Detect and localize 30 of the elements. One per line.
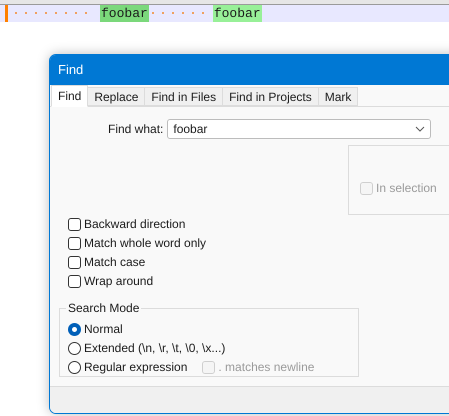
checkbox-label: Match case [84,254,146,271]
field-label: Find what: [108,121,164,138]
window-title: Find [58,61,84,80]
radio-button[interactable] [68,322,81,336]
tab[interactable]: Mark [318,87,358,106]
tab[interactable]: Replace [88,87,146,106]
checkbox-label: Backward direction [84,216,186,233]
tab[interactable]: Find [51,85,88,107]
chevron-down-icon [415,126,426,132]
field-value: foobar [173,121,208,138]
radio-label: Normal [84,321,123,338]
checkbox-label: Match whole word only [84,235,206,252]
group-title: Search Mode [66,301,142,315]
checkbox-label: In selection [376,180,437,197]
search-match: foobar [100,5,149,22]
tab[interactable]: Find in Files [145,87,224,106]
checkbox[interactable] [68,236,81,250]
checkbox-label: Wrap around [84,273,154,290]
search-match: foobar [212,5,262,22]
change-marker [5,5,8,22]
radio-button[interactable] [68,342,81,354]
checkbox[interactable] [68,256,81,268]
find-what-combobox[interactable]: foobar [167,119,432,139]
radio-button[interactable] [68,360,81,374]
checkbox[interactable] [68,218,81,230]
radio-label: Extended (\n, \r, \t, \0, \x...) [84,340,226,357]
checkbox[interactable] [68,274,81,288]
tab[interactable]: Find in Projects [223,87,319,106]
radio-label: Regular expression [84,359,188,376]
checkbox-label: . matches newline [218,359,314,376]
